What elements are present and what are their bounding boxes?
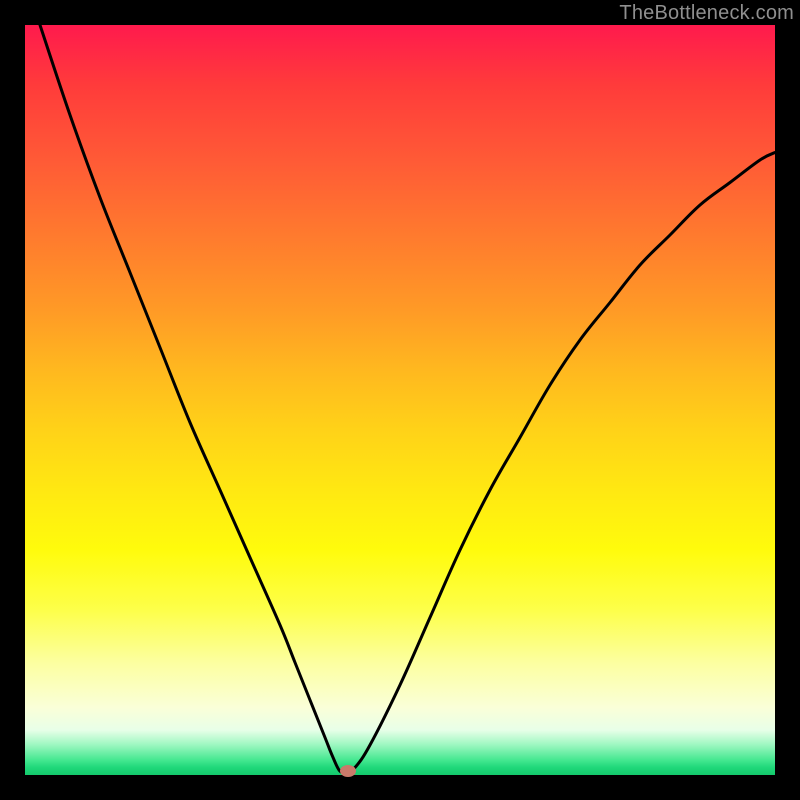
minimum-marker bbox=[340, 765, 356, 777]
plot-area bbox=[25, 25, 775, 775]
watermark-text: TheBottleneck.com bbox=[619, 2, 794, 25]
chart-frame: TheBottleneck.com bbox=[0, 0, 800, 800]
bottleneck-curve bbox=[25, 25, 775, 775]
